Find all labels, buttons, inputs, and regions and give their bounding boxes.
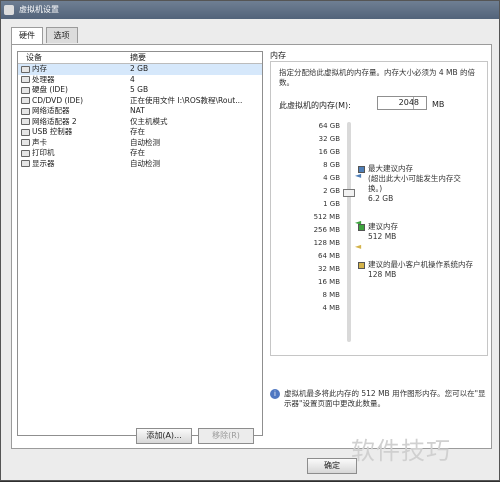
summary-column-header: 摘要 <box>130 53 146 62</box>
memory-scale: 64 GB 32 GB 16 GB 8 GB 4 GB 2 GB 1 GB 51… <box>295 122 340 342</box>
processor-icon <box>21 76 30 84</box>
device-summary: 5 GB <box>130 85 149 94</box>
network-adapter-icon <box>21 107 30 115</box>
memory-section-title: 内存 <box>270 51 286 60</box>
memory-unit: MB <box>432 100 445 109</box>
device-row-hard-disk[interactable]: 硬盘 (IDE) 5 GB <box>18 85 262 96</box>
device-list-header: 设备 摘要 <box>18 52 262 64</box>
scale-tick: 8 MB <box>322 291 340 299</box>
device-name: CD/DVD (IDE) <box>32 95 84 105</box>
device-name: 硬盘 (IDE) <box>32 85 68 95</box>
device-summary: 自动检测 <box>130 158 160 168</box>
legend-minimum: 建议的最小客户机操作系统内存 128 MB <box>358 260 473 280</box>
legend-recommended: 建议内存 512 MB <box>358 222 398 242</box>
device-row-network-adapter[interactable]: 网络适配器 NAT <box>18 106 262 117</box>
sound-card-icon <box>21 139 30 147</box>
device-summary: NAT <box>130 106 145 115</box>
legend-minimum-swatch-icon <box>358 261 365 269</box>
vm-settings-window: 虚拟机设置 硬件 选项 设备 摘要 内存 2 GB 处理器 4 硬盘 (IDE)… <box>0 0 500 481</box>
memory-section: 内存 指定分配给此虚拟机的内存量。内存大小必须为 4 MB 的倍数。 此虚拟机的… <box>270 51 488 436</box>
minimum-marker-icon: ◄ <box>355 242 362 251</box>
scale-tick: 512 MB <box>313 213 340 221</box>
device-name: 内存 <box>32 64 47 74</box>
device-row-cd-dvd[interactable]: CD/DVD (IDE) 正在使用文件 I:\ROS教程\Rout... <box>18 96 262 107</box>
app-icon <box>4 5 14 15</box>
legend-minimum-value: 128 MB <box>368 270 397 279</box>
memory-description: 指定分配给此虚拟机的内存量。内存大小必须为 4 MB 的倍数。 <box>279 68 476 87</box>
memory-settings-box: 指定分配给此虚拟机的内存量。内存大小必须为 4 MB 的倍数。 此虚拟机的内存(… <box>270 61 488 356</box>
device-summary: 存在 <box>130 148 145 157</box>
graphics-memory-info: i 虚拟机最多将此内存的 512 MB 用作图形内存。您可以在"显示器"设置页面… <box>270 389 488 409</box>
device-name: 显示器 <box>32 158 55 168</box>
device-column-header: 设备 <box>26 53 42 62</box>
legend-max-note: (超出此大小可能发生内存交换。) <box>368 174 461 193</box>
scale-tick: 64 GB <box>318 122 340 130</box>
cd-dvd-icon <box>21 97 30 105</box>
memory-spinner[interactable] <box>413 97 421 109</box>
window-title: 虚拟机设置 <box>19 5 59 14</box>
tab-options[interactable]: 选项 <box>45 27 78 43</box>
device-row-display[interactable]: 显示器 自动检测 <box>18 159 262 170</box>
scale-tick: 1 GB <box>323 200 340 208</box>
scale-tick: 256 MB <box>313 226 340 234</box>
device-row-usb-controller[interactable]: USB 控制器 存在 <box>18 127 262 138</box>
scale-tick: 16 MB <box>318 278 340 286</box>
device-list: 设备 摘要 内存 2 GB 处理器 4 硬盘 (IDE) 5 GB CD/DVD… <box>17 51 263 436</box>
memory-label: 此虚拟机的内存(M): <box>279 101 351 110</box>
scale-tick: 4 GB <box>323 174 340 182</box>
legend-recommended-value: 512 MB <box>368 232 397 241</box>
legend-max-value: 6.2 GB <box>368 194 394 203</box>
scale-tick: 4 MB <box>322 304 340 312</box>
device-summary: 2 GB <box>130 64 149 73</box>
graphics-memory-text: 虚拟机最多将此内存的 512 MB 用作图形内存。您可以在"显示器"设置页面中更… <box>284 389 486 408</box>
device-summary: 自动检测 <box>130 137 160 147</box>
hard-disk-icon <box>21 86 30 94</box>
network-adapter-icon <box>21 118 30 126</box>
device-name: USB 控制器 <box>32 127 73 137</box>
device-summary: 4 <box>130 74 135 84</box>
settings-tabs: 硬件 选项 <box>11 27 78 45</box>
device-row-memory[interactable]: 内存 2 GB <box>18 64 262 75</box>
title-bar: 虚拟机设置 <box>1 1 499 19</box>
scale-tick: 32 MB <box>318 265 340 273</box>
printer-icon <box>21 149 30 157</box>
hardware-panel: 设备 摘要 内存 2 GB 处理器 4 硬盘 (IDE) 5 GB CD/DVD… <box>11 44 492 449</box>
add-device-button[interactable]: 添加(A)... <box>136 428 192 444</box>
device-name: 打印机 <box>32 148 55 158</box>
legend-max-label: 最大建议内存 <box>368 164 413 173</box>
ok-button[interactable]: 确定 <box>307 458 357 474</box>
device-summary: 仅主机模式 <box>130 116 168 126</box>
device-row-processor[interactable]: 处理器 4 <box>18 75 262 86</box>
memory-icon <box>21 65 30 73</box>
scale-tick: 8 GB <box>323 161 340 169</box>
device-name: 网络适配器 <box>32 106 70 116</box>
device-row-sound-card[interactable]: 声卡 自动检测 <box>18 138 262 149</box>
scale-tick: 16 GB <box>318 148 340 156</box>
legend-recommended-swatch-icon <box>358 223 365 231</box>
memory-slider-thumb[interactable] <box>343 189 355 197</box>
device-name: 处理器 <box>32 74 55 84</box>
scale-tick: 32 GB <box>318 135 340 143</box>
remove-device-button: 移除(R) <box>198 428 254 444</box>
device-summary: 正在使用文件 I:\ROS教程\Rout... <box>130 95 243 105</box>
legend-max-recommended: 最大建议内存 (超出此大小可能发生内存交换。) 6.2 GB <box>358 164 468 204</box>
device-name: 声卡 <box>32 137 47 147</box>
watermark-text: 软件技巧 <box>351 437 451 465</box>
tab-hardware[interactable]: 硬件 <box>11 27 43 45</box>
device-name: 网络适配器 2 <box>32 116 77 126</box>
scale-tick: 2 GB <box>323 187 340 195</box>
device-row-printer[interactable]: 打印机 存在 <box>18 148 262 159</box>
scale-tick: 64 MB <box>318 252 340 260</box>
legend-max-swatch-icon <box>358 165 365 173</box>
display-icon <box>21 160 30 168</box>
device-row-network-adapter-2[interactable]: 网络适配器 2 仅主机模式 <box>18 117 262 128</box>
scale-tick: 128 MB <box>313 239 340 247</box>
usb-controller-icon <box>21 128 30 136</box>
memory-slider-track[interactable] <box>347 122 351 342</box>
legend-minimum-label: 建议的最小客户机操作系统内存 <box>368 260 473 269</box>
info-icon: i <box>270 389 280 399</box>
legend-recommended-label: 建议内存 <box>368 222 398 231</box>
device-summary: 存在 <box>130 127 145 136</box>
